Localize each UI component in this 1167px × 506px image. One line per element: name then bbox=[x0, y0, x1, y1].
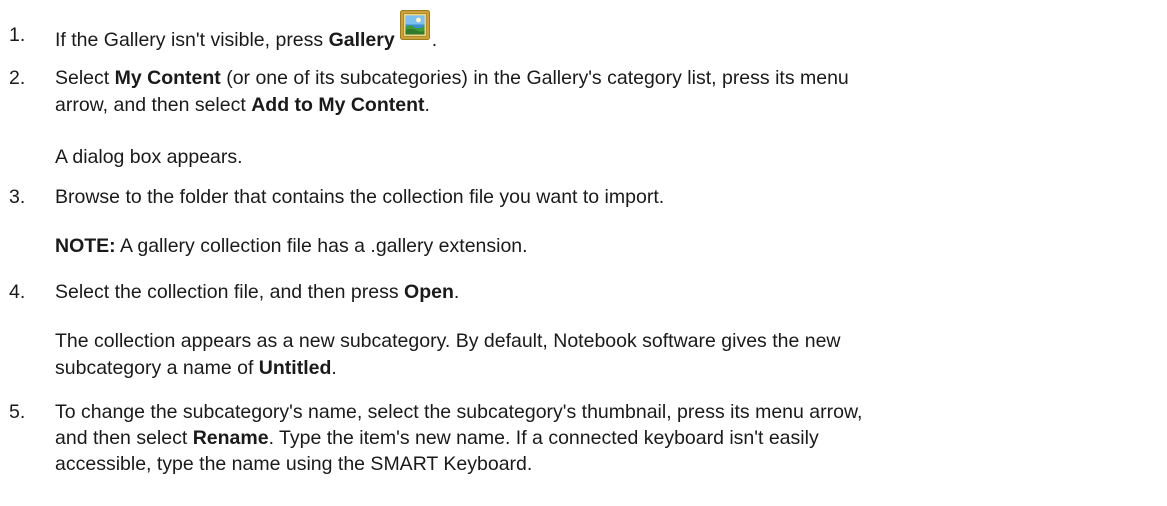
step-4-line: Select the collection file, and then pre… bbox=[55, 279, 459, 305]
step-5-line-1: To change the subcategory's name, select… bbox=[55, 401, 863, 423]
step-4-text: Select the collection file, and then pre… bbox=[55, 281, 405, 303]
step-2-line-1: Select My Content (or one of its subcate… bbox=[55, 65, 849, 91]
rename-label: Rename bbox=[192, 427, 269, 449]
step-2-text: arrow, and then select bbox=[55, 94, 252, 116]
my-content-label: My Content bbox=[114, 67, 221, 89]
gallery-picture-icon bbox=[399, 10, 430, 48]
step-1-period: . bbox=[431, 29, 438, 51]
step-4-result-text: . bbox=[331, 357, 337, 379]
step-number: 3. bbox=[9, 186, 26, 208]
step-2-result: A dialog box appears. bbox=[55, 146, 243, 168]
step-2-text: . bbox=[424, 94, 430, 116]
step-2-text: (or one of its subcategories) in the Gal… bbox=[220, 67, 849, 89]
open-label: Open bbox=[404, 281, 454, 303]
step-number: 4. bbox=[9, 281, 26, 303]
step-4-result-text: subcategory a name of bbox=[55, 357, 259, 379]
untitled-label: Untitled bbox=[258, 357, 332, 379]
gallery-label: Gallery bbox=[328, 29, 395, 51]
step-4-text: . bbox=[453, 281, 460, 303]
step-4-result-line-1: The collection appears as a new subcateg… bbox=[55, 330, 841, 352]
step-number: 2. bbox=[9, 67, 26, 89]
step-3-text: Browse to the folder that contains the c… bbox=[55, 186, 665, 208]
step-number: 5. bbox=[9, 401, 26, 423]
step-number: 1. bbox=[9, 24, 26, 46]
step-5-line-3: accessible, type the name using the SMAR… bbox=[55, 453, 533, 475]
step-4-result-line-2: subcategory a name of Untitled. bbox=[55, 355, 337, 381]
step-5-text: and then select bbox=[55, 427, 193, 449]
add-to-my-content-label: Add to My Content bbox=[251, 94, 425, 116]
step-5-line-2: and then select Rename. Type the item's … bbox=[55, 425, 819, 451]
step-1-line: If the Gallery isn't visible, press Gall… bbox=[55, 10, 438, 53]
step-3-note: NOTE: A gallery collection file has a .g… bbox=[55, 233, 528, 259]
step-1-text: If the Gallery isn't visible, press bbox=[55, 29, 329, 51]
step-2-text: Select bbox=[55, 67, 115, 89]
step-2-line-2: arrow, and then select Add to My Content… bbox=[55, 92, 430, 118]
note-text: A gallery collection file has a .gallery… bbox=[115, 235, 528, 257]
step-5-text: . Type the item's new name. If a connect… bbox=[268, 427, 819, 449]
note-label: NOTE: bbox=[55, 235, 116, 257]
